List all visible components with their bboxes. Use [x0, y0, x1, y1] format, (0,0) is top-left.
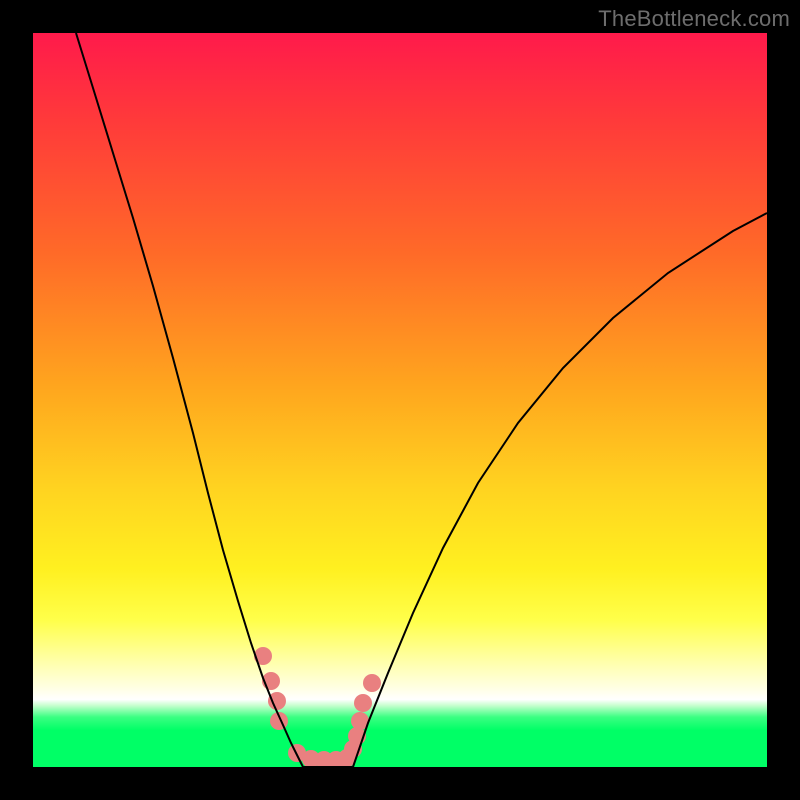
- chart-frame: TheBottleneck.com: [0, 0, 800, 800]
- sample-dot: [315, 751, 333, 767]
- sample-dot: [302, 750, 320, 767]
- sample-dot: [351, 712, 369, 730]
- sample-dot: [348, 727, 366, 745]
- sample-dot: [288, 744, 306, 762]
- sample-dot: [270, 712, 288, 730]
- sample-dots: [254, 647, 381, 767]
- curve-layer: [33, 33, 767, 767]
- sample-dot: [344, 740, 362, 758]
- sample-dot: [338, 749, 356, 767]
- sample-dot: [363, 674, 381, 692]
- sample-dot: [262, 672, 280, 690]
- sample-dot: [354, 694, 372, 712]
- sample-dot: [268, 692, 286, 710]
- watermark-text: TheBottleneck.com: [598, 6, 790, 32]
- sample-dot: [327, 751, 345, 767]
- sample-dot: [254, 647, 272, 665]
- plot-area: [33, 33, 767, 767]
- right-curve: [353, 213, 767, 767]
- left-curve: [76, 33, 303, 767]
